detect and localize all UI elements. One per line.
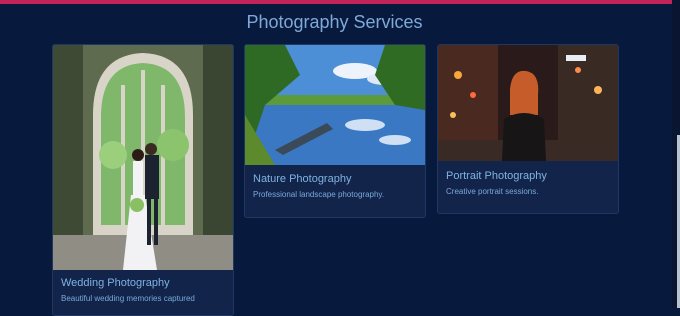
service-card-wedding[interactable]: Wedding Photography Beautiful wedding me… bbox=[52, 44, 234, 316]
service-card-nature[interactable]: Nature Photography Professional landscap… bbox=[244, 44, 426, 218]
wedding-photo-image bbox=[53, 45, 233, 270]
top-accent-bar bbox=[0, 0, 680, 4]
card-title: Nature Photography bbox=[253, 173, 352, 185]
card-title: Portrait Photography bbox=[446, 170, 547, 182]
card-description: Beautiful wedding memories captured bbox=[61, 294, 195, 303]
card-description: Creative portrait sessions. bbox=[446, 187, 539, 196]
card-title: Wedding Photography bbox=[61, 277, 170, 289]
nature-photo-image bbox=[245, 45, 425, 165]
page-title: Photography Services bbox=[246, 12, 423, 32]
portrait-photo-image bbox=[438, 45, 618, 161]
service-card-portrait[interactable]: Portrait Photography Creative portrait s… bbox=[437, 44, 619, 214]
card-description: Professional landscape photography. bbox=[253, 190, 385, 199]
